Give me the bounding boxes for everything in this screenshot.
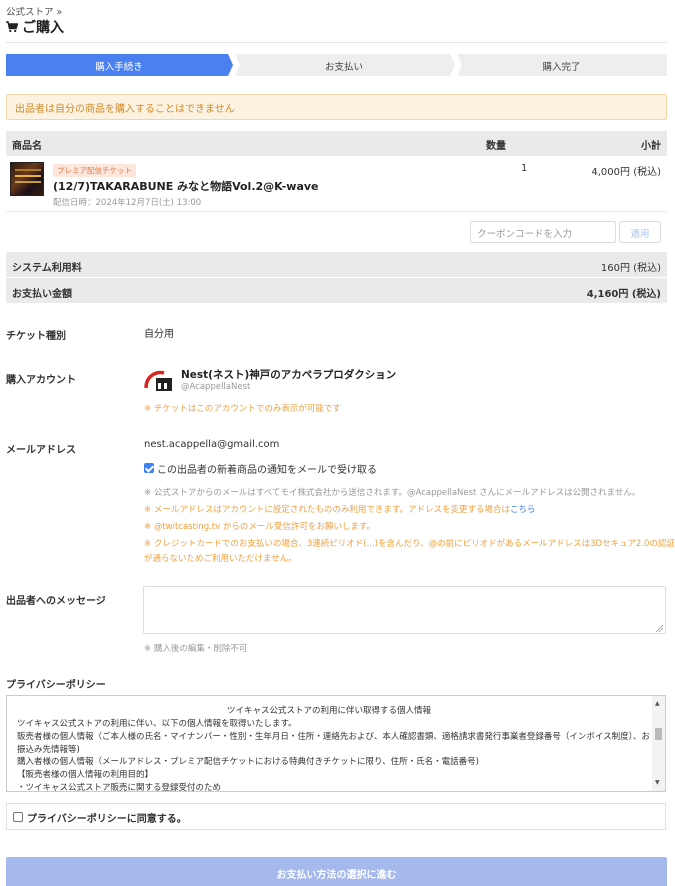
total-row: お支払い金額 4,160円 (税込) <box>6 277 667 303</box>
system-fee-value: 160円 (税込) <box>600 263 661 274</box>
scroll-up-icon[interactable]: ▲ <box>655 700 660 707</box>
product-thumbnail <box>10 162 44 196</box>
privacy-agree-row[interactable]: プライバシーポリシーに同意する。 <box>6 803 666 830</box>
breadcrumb[interactable]: 公式ストア » <box>6 4 62 18</box>
account-handle: @AcappellaNest <box>181 382 251 392</box>
message-textarea[interactable] <box>143 586 666 634</box>
message-label: 出品者へのメッセージ <box>6 596 106 607</box>
product-price: 4,000円 (税込) <box>591 167 661 178</box>
system-fee-label: システム利用料 <box>12 263 82 274</box>
privacy-line: 振込み先情報等) <box>17 745 80 755</box>
email-note-change-text: ※ メールアドレスはアカウントに設定されたもののみ利用できます。アドレスを変更す… <box>144 505 510 515</box>
privacy-heading: プライバシーポリシー <box>6 680 106 691</box>
notify-checkbox-label[interactable]: この出品者の新着商品の通知をメールで受け取る <box>157 461 377 476</box>
table-header: 商品名 数量 小計 <box>6 131 667 156</box>
product-quantity: 1 <box>521 163 528 174</box>
stream-date: 配信日時：2024年12月7日(土) 13:00 <box>53 198 202 208</box>
privacy-line: ツイキャス公式ストアの利用に伴い、以下の個人情報を取得いたします。 <box>17 719 297 729</box>
step-payment: お支払い <box>324 62 363 73</box>
total-label: お支払い金額 <box>12 289 72 300</box>
table-row: プレミア配信チケット (12/7)TAKARABUNE みなと物語Vol.2@K… <box>6 156 667 212</box>
email-note-domain: ※ @twitcasting.tv からのメール受信許可をお願いします。 <box>144 522 376 532</box>
total-value: 4,160円 (税込) <box>586 289 661 300</box>
privacy-agree-label[interactable]: プライバシーポリシーに同意する。 <box>27 810 187 825</box>
coupon-apply-button[interactable]: 適用 <box>619 221 661 243</box>
email-note-card-2: が通らないためご利用いただけません。 <box>144 554 297 564</box>
privacy-agree-checkbox[interactable] <box>13 812 23 822</box>
page-title: ご購入 <box>6 17 64 37</box>
cart-icon <box>6 21 18 33</box>
page-title-text: ご購入 <box>22 20 64 36</box>
account-label: 購入アカウント <box>6 375 76 386</box>
message-note: ※ 購入後の編集・削除不可 <box>144 644 248 654</box>
ticket-type-value: 自分用 <box>144 329 174 340</box>
email-note-sender: ※ 公式ストアからのメールはすべてモイ株式会社から送信されます。@Acappel… <box>144 488 641 498</box>
privacy-line: 購入者様の個人情報（メールアドレス・プレミア配信チケットにおける特典付きチケット… <box>17 757 479 767</box>
notify-checkbox[interactable] <box>144 463 154 473</box>
ticket-type-label: チケット種別 <box>6 331 66 342</box>
email-note-change: ※ メールアドレスはアカウントに設定されたもののみ利用できます。アドレスを変更す… <box>144 503 536 515</box>
col-quantity: 数量 <box>486 141 506 152</box>
account-note: ※ チケットはこのアカウントでのみ表示が可能です <box>144 404 341 414</box>
col-product-name: 商品名 <box>12 141 42 152</box>
privacy-line: 【販売者様の個人情報の利用目的】 <box>17 770 154 780</box>
account-logo-icon <box>144 370 172 391</box>
premium-ticket-badge: プレミア配信チケット <box>53 164 136 177</box>
product-name: (12/7)TAKARABUNE みなと物語Vol.2@K-wave <box>53 180 319 193</box>
title-divider <box>6 42 667 43</box>
email-label: メールアドレス <box>6 445 76 456</box>
step-complete: 購入完了 <box>542 62 581 73</box>
alert-message: 出品者は自分の商品を購入することはできません <box>6 94 667 120</box>
system-fee-row: システム利用料 160円 (税込) <box>6 252 667 277</box>
privacy-policy-box[interactable]: ツイキャス公式ストアの利用に伴い取得する個人情報 ツイキャス公式ストアの利用に伴… <box>6 695 666 792</box>
progress-steps: 購入手続き お支払い 購入完了 <box>6 54 667 76</box>
resize-grip-icon[interactable] <box>655 624 663 632</box>
privacy-line: ・ツイキャス公式ストア販売に関する登録受付のため <box>17 783 222 792</box>
step-purchase: 購入手続き <box>95 62 143 73</box>
scroll-down-icon[interactable]: ▼ <box>655 779 660 786</box>
account-name: Nest(ネスト)神戸のアカペラプロダクション <box>181 369 397 381</box>
email-change-link[interactable]: こちら <box>510 505 536 515</box>
privacy-line: 販売者様の個人情報（ご本人様の氏名・マイナンバー・性別・生年月日・住所・連絡先お… <box>17 732 650 742</box>
scrollbar-thumb[interactable] <box>655 728 662 740</box>
privacy-policy-title: ツイキャス公式ストアの利用に伴い取得する個人情報 <box>226 706 431 716</box>
proceed-to-payment-button[interactable]: お支払い方法の選択に進む <box>6 857 667 886</box>
email-value: nest.acappella@gmail.com <box>144 439 280 450</box>
coupon-input[interactable]: クーポンコードを入力 <box>470 221 616 243</box>
privacy-scrollbar[interactable]: ▲ ▼ <box>652 696 665 791</box>
col-subtotal: 小計 <box>641 141 661 152</box>
email-note-card-1: ※ クレジットカードでのお支払いの場合、3連続ピリオド(...)を含んだり、@の… <box>144 539 675 549</box>
